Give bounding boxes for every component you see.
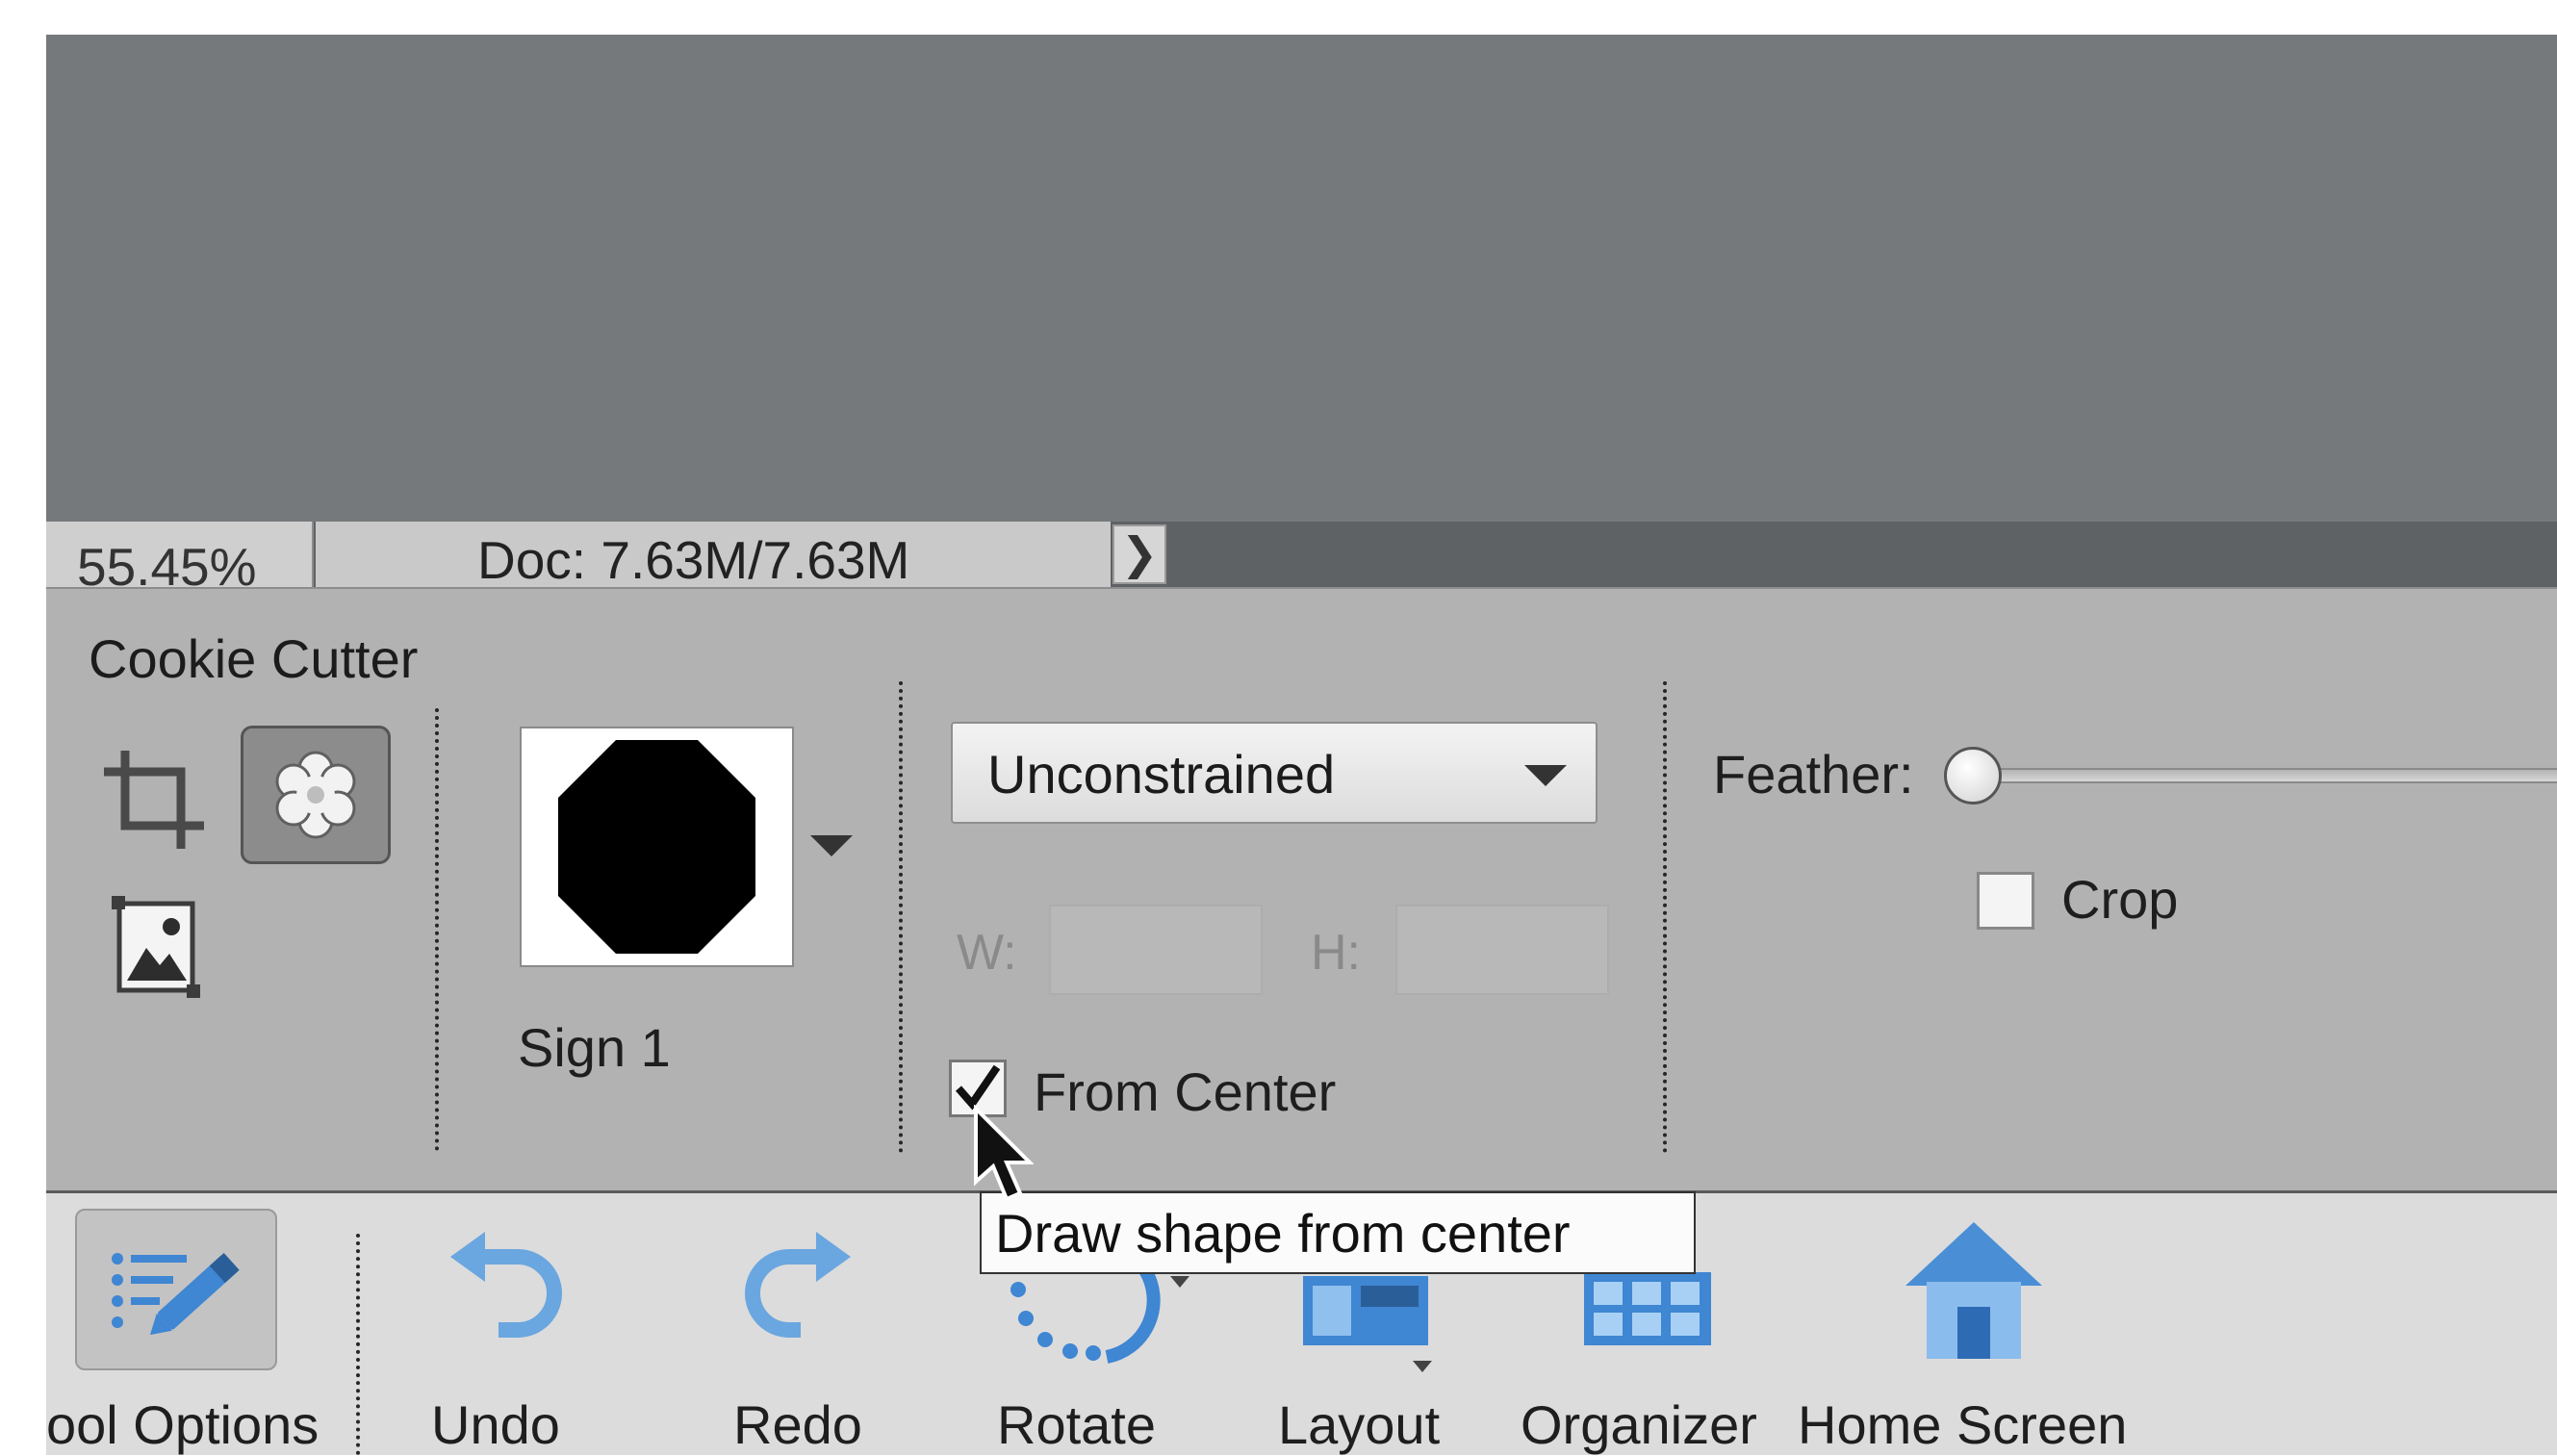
shape-name: Sign 1 bbox=[518, 1017, 671, 1078]
cookie-cutter-tool-button[interactable] bbox=[241, 726, 391, 864]
home-screen-button[interactable] bbox=[1904, 1218, 2044, 1363]
from-center-label: From Center bbox=[1034, 1061, 1337, 1122]
height-label: H: bbox=[1311, 925, 1361, 981]
tooltip-text: Draw shape from center bbox=[995, 1203, 1571, 1264]
feather-slider-track[interactable] bbox=[1963, 768, 2557, 783]
tool-options-button[interactable] bbox=[75, 1209, 277, 1370]
tool-name: Cookie Cutter bbox=[89, 628, 419, 689]
crop-tool-button[interactable] bbox=[96, 743, 212, 858]
height-input[interactable] bbox=[1395, 905, 1609, 995]
feather-slider-handle[interactable] bbox=[1944, 747, 2002, 805]
layout-label: Layout bbox=[1278, 1394, 1441, 1455]
crop-checkbox[interactable] bbox=[1977, 872, 2034, 930]
crop-icon bbox=[104, 751, 204, 849]
cookie-cutter-icon bbox=[275, 751, 356, 839]
shape-dropdown-arrow-icon[interactable] bbox=[808, 833, 855, 858]
aspect-ratio-value: Unconstrained bbox=[987, 744, 1336, 805]
separator bbox=[435, 708, 439, 1151]
home-icon bbox=[1905, 1222, 2042, 1359]
separator bbox=[899, 681, 903, 1153]
home-screen-label: Home Screen bbox=[1798, 1394, 2128, 1455]
width-label: W: bbox=[957, 925, 1017, 981]
crop-label: Crop bbox=[2061, 869, 2179, 930]
rotate-label: Rotate bbox=[997, 1394, 1156, 1455]
straighten-tool-button[interactable] bbox=[108, 890, 204, 1006]
shape-picker[interactable] bbox=[520, 727, 794, 967]
image-canvas[interactable] bbox=[46, 35, 2557, 522]
separator bbox=[1663, 681, 1667, 1153]
organizer-label: Organizer bbox=[1521, 1394, 1757, 1455]
chevron-down-icon bbox=[1522, 763, 1569, 788]
doc-size-info: Doc: 7.63M/7.63M bbox=[477, 530, 910, 590]
redo-button[interactable] bbox=[735, 1224, 860, 1359]
undo-icon bbox=[450, 1232, 562, 1338]
tool-options-label: ool Options bbox=[46, 1394, 320, 1455]
tool-options-icon bbox=[112, 1252, 240, 1336]
width-input[interactable] bbox=[1049, 905, 1263, 995]
octagon-shape-icon bbox=[558, 740, 755, 954]
undo-button[interactable] bbox=[441, 1224, 566, 1359]
undo-label: Undo bbox=[431, 1394, 560, 1455]
separator bbox=[356, 1234, 360, 1455]
straighten-icon bbox=[112, 896, 200, 998]
redo-icon bbox=[745, 1232, 851, 1338]
feather-label: Feather: bbox=[1713, 744, 1914, 805]
redo-label: Redo bbox=[733, 1394, 862, 1455]
status-menu-arrow-button[interactable]: ❯ bbox=[1112, 524, 1166, 584]
mouse-pointer-icon bbox=[972, 1104, 1035, 1205]
